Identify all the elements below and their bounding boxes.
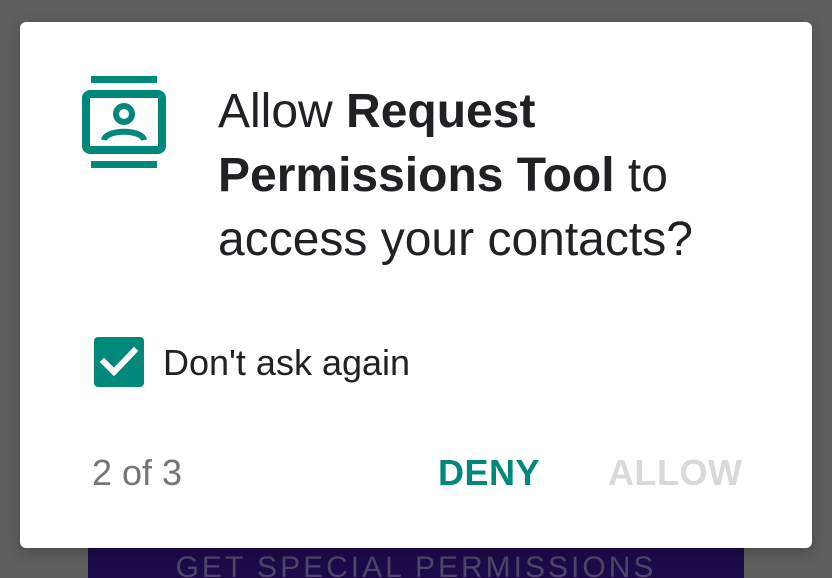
permission-dialog: Allow Request Permissions Tool to access… [20,22,812,548]
get-special-permissions-label: GET SPECIAL PERMISSIONS [175,551,657,578]
deny-button[interactable]: DENY [438,448,540,498]
allow-button[interactable]: ALLOW [608,448,742,498]
dont-ask-again-checkbox[interactable] [94,337,144,387]
checkmark-icon [99,346,139,377]
contacts-icon [82,76,166,168]
permission-title: Allow Request Permissions Tool to access… [218,80,788,272]
title-prefix: Allow [218,85,347,138]
permission-counter: 2 of 3 [92,452,183,493]
dont-ask-again-label[interactable]: Don't ask again [163,340,410,386]
